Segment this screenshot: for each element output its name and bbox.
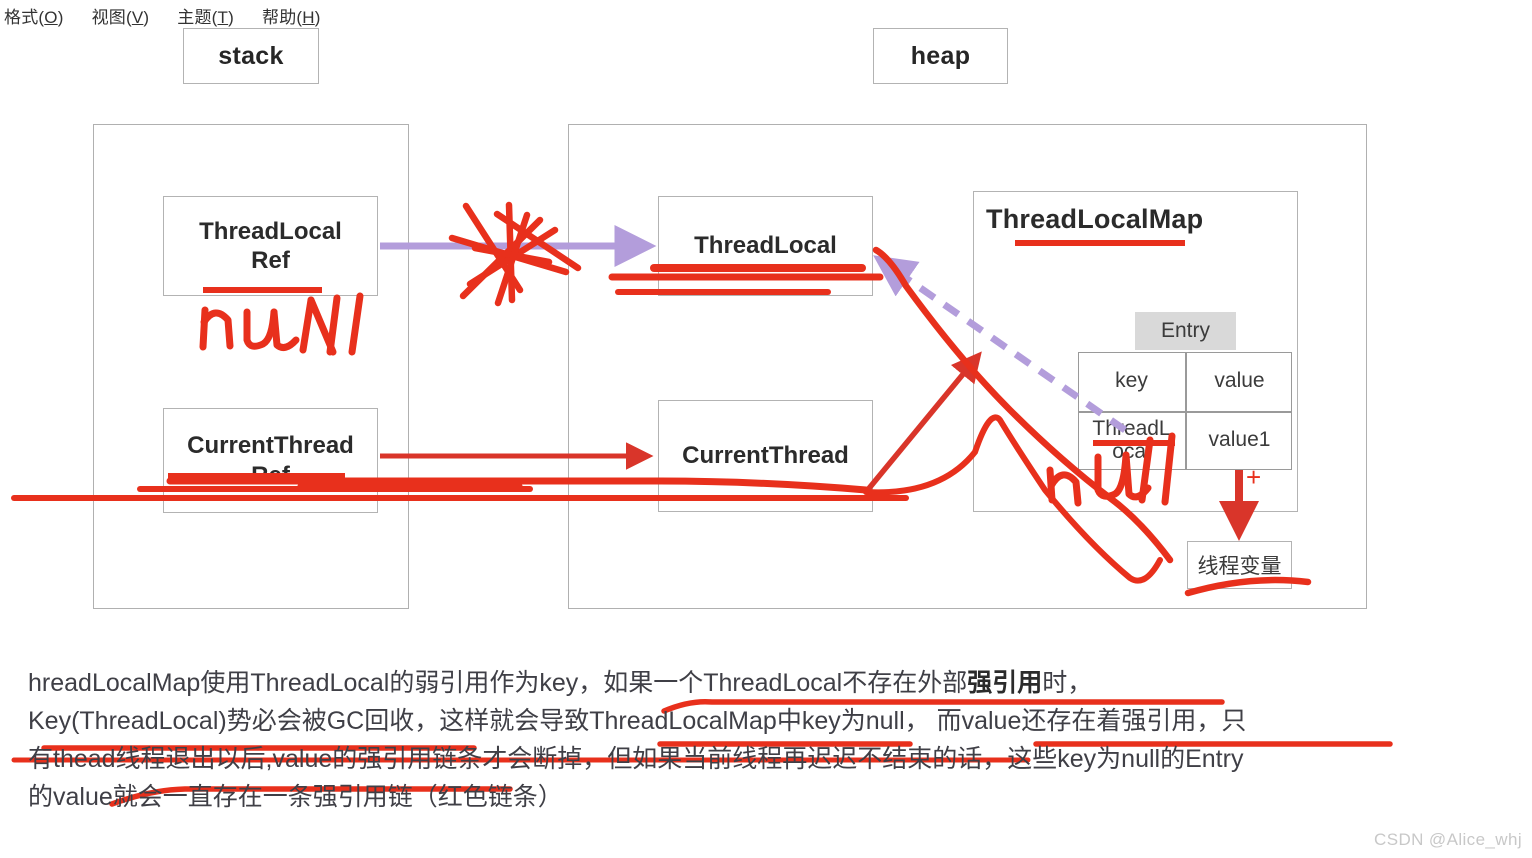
entry-key-value-line2: ocal (1112, 439, 1151, 463)
currentthread-label: CurrentThread (682, 442, 849, 470)
menu-item-theme-close: ) (228, 7, 234, 27)
entry-cell-key-header: key (1078, 352, 1185, 411)
entry-cell-key-value: ThreadL ocal (1078, 411, 1185, 470)
thread-variable-label: 线程变量 (1197, 555, 1282, 578)
currentthread-ref-line2: Ref (251, 461, 290, 489)
menu-item-format-close: ) (57, 7, 64, 27)
menu-item-help-key: H (302, 7, 315, 27)
menu-item-theme-key: T (217, 7, 229, 27)
paragraph-line-4: 的value就会一直存在一条强引用链（红色链条） (28, 783, 563, 811)
heap-label: heap (910, 41, 971, 70)
entry-key-value-label: ThreadL ocal (1092, 418, 1170, 462)
paragraph-line-1: hreadLocalMap使用ThreadLocal的弱引用作为key，如果一个… (28, 664, 1448, 702)
threadlocal-ref-line1: ThreadLocal (199, 217, 342, 245)
diagram-canvas: 格式(O) 视图(V) 主题(T) 帮助(H) stack heap Threa… (0, 0, 1532, 858)
red-cross-out-scribble (448, 201, 582, 307)
menu-item-format[interactable]: 格式(O) (4, 3, 64, 28)
threadlocal-ref-node: ThreadLocal Ref (163, 196, 378, 296)
entry-cell-value-value: value1 (1187, 411, 1292, 470)
menu-item-format-text: 格式( (4, 7, 45, 27)
paragraph-line-3: 有thead线程退出以后,value的强引用链条才会断掉，但如果当前线程再迟迟不… (28, 745, 1244, 773)
stack-label: stack (218, 41, 284, 70)
entry-header: Entry (1135, 312, 1236, 350)
stack-title-box: stack (183, 28, 319, 84)
plus-sign-label: + (1246, 462, 1262, 492)
entry-key-value-line1: ThreadL (1092, 417, 1171, 441)
entry-value-header-label: value (1214, 369, 1265, 393)
menu-item-format-key: O (44, 7, 58, 27)
menu-item-help-close: ) (314, 7, 321, 27)
menu-item-help[interactable]: 帮助(H) (262, 3, 321, 28)
watermark: CSDN @Alice_whj (1374, 830, 1522, 849)
menu-item-view-close: ) (143, 7, 150, 27)
currentthread-node: CurrentThread (658, 400, 873, 512)
threadlocal-node: ThreadLocal (658, 196, 873, 296)
threadlocal-ref-label: ThreadLocal Ref (199, 217, 342, 276)
explanation-paragraph: hreadLocalMap使用ThreadLocal的弱引用作为key，如果一个… (28, 664, 1448, 816)
entry-value-value-label: value1 (1208, 428, 1271, 452)
menu-bar: 格式(O) 视图(V) 主题(T) 帮助(H) (0, 0, 1532, 30)
threadlocalmap-title: ThreadLocalMap (986, 204, 1204, 234)
paragraph-line-1b: 时， (1042, 669, 1093, 697)
paragraph-line-2: Key(ThreadLocal)势必会被GC回收，这样就会导致ThreadLoc… (28, 707, 1247, 735)
menu-item-view[interactable]: 视图(V) (92, 3, 150, 28)
menu-item-theme-text: 主题( (177, 7, 218, 27)
currentthread-ref-label: CurrentThread Ref (187, 431, 354, 490)
threadlocal-label: ThreadLocal (694, 232, 837, 260)
entry-label: Entry (1160, 319, 1210, 342)
entry-cell-value-header: value (1187, 352, 1292, 411)
threadlocal-ref-line2: Ref (251, 247, 290, 274)
menu-item-theme[interactable]: 主题(T) (177, 3, 234, 28)
thread-variable-box: 线程变量 (1187, 541, 1292, 589)
plus-sign: + (1246, 462, 1261, 493)
menu-item-view-text: 视图( (91, 7, 132, 27)
currentthread-ref-line1: CurrentThread (187, 432, 354, 460)
entry-key-header-label: key (1115, 369, 1148, 393)
paragraph-line-1-bold: 强引用 (967, 669, 1043, 697)
menu-item-view-key: V (131, 7, 144, 27)
menu-item-help-text: 帮助( (262, 7, 303, 27)
currentthread-ref-node: CurrentThread Ref (163, 408, 378, 513)
heap-title-box: heap (873, 28, 1008, 84)
paragraph-line-1a: hreadLocalMap使用ThreadLocal的弱引用作为key，如果一个… (28, 669, 968, 697)
